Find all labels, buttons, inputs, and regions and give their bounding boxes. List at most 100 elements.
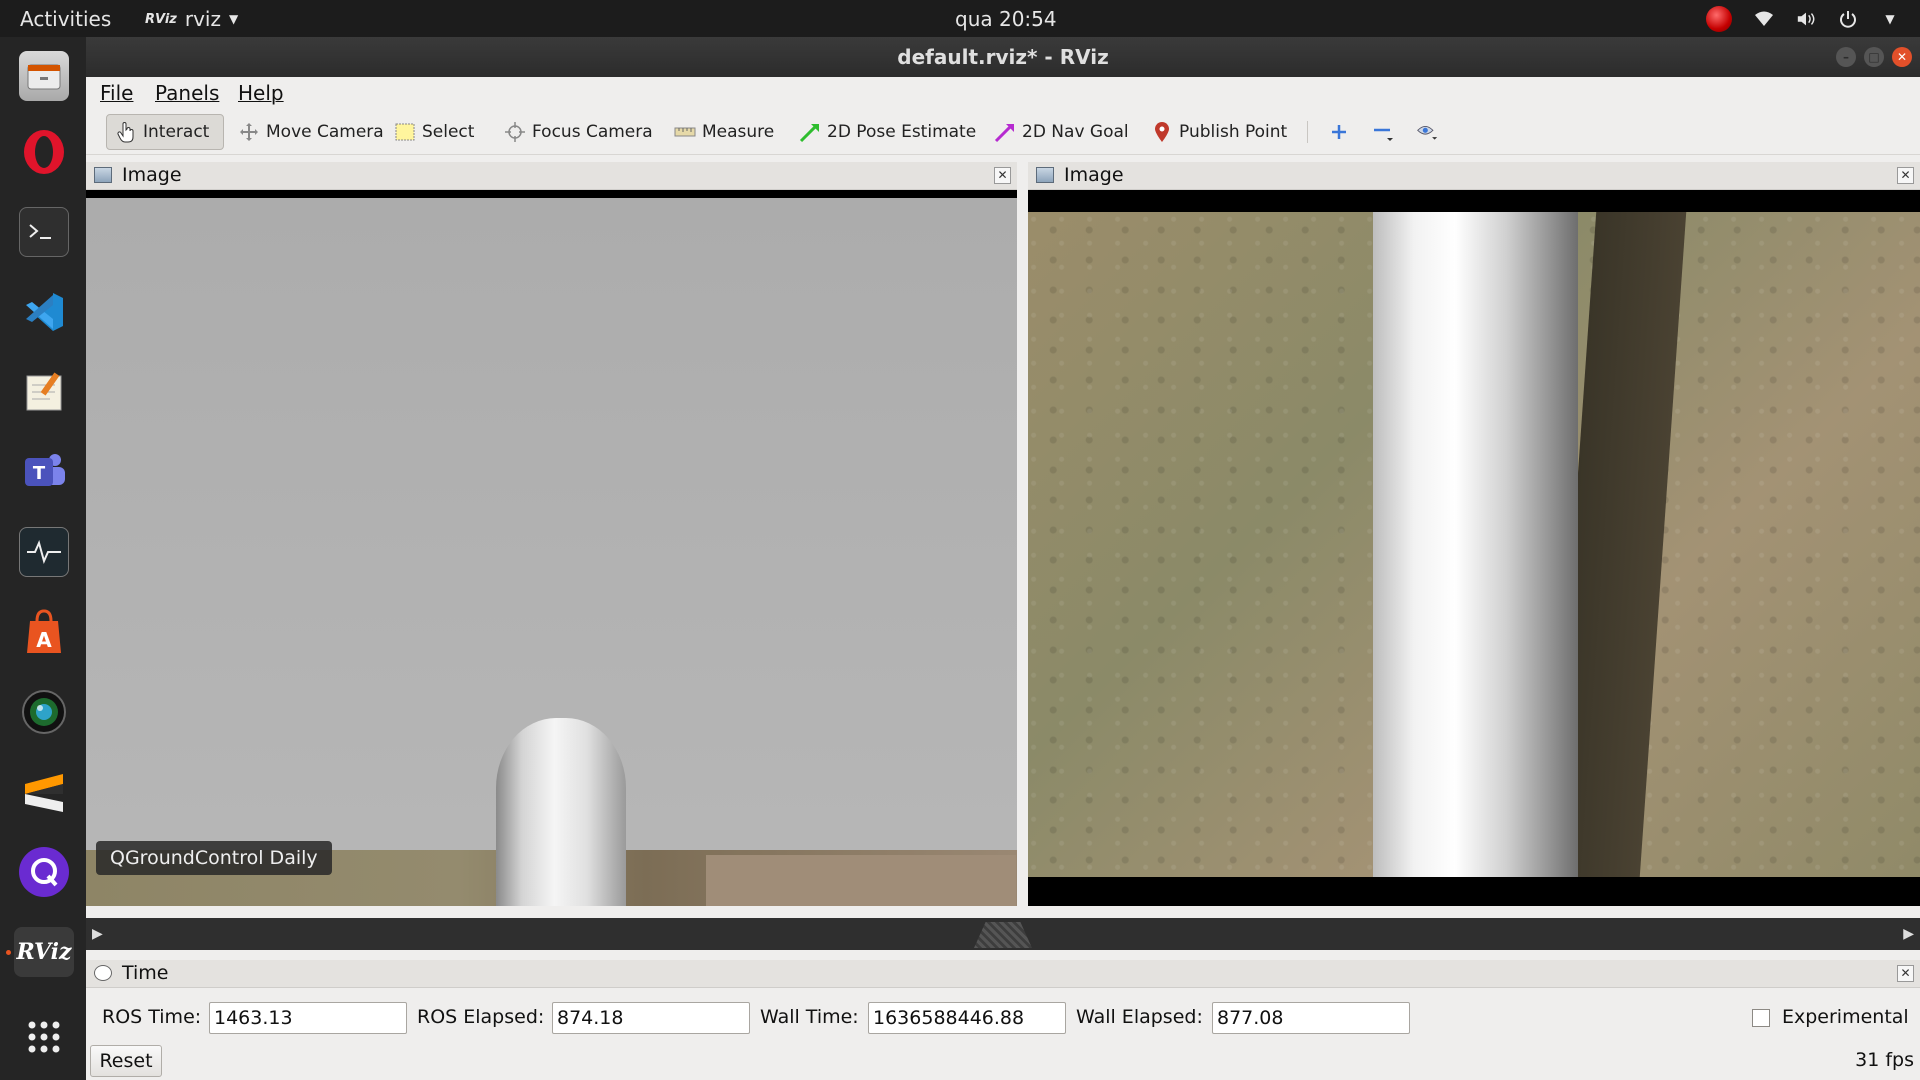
time-panel-title: Time <box>122 962 169 984</box>
left-image-panel-header[interactable]: Image ✕ <box>86 162 1017 190</box>
terminal-icon[interactable] <box>19 207 69 257</box>
right-image-panel-header[interactable]: Image ✕ <box>1028 162 1920 190</box>
wall-elapsed-label: Wall Elapsed: <box>1076 1006 1203 1028</box>
select-tool-button[interactable]: Select <box>386 114 482 150</box>
power-icon[interactable] <box>1838 9 1858 29</box>
add-tool-button[interactable] <box>1320 114 1358 150</box>
experimental-label: Experimental <box>1782 1006 1909 1028</box>
files-icon[interactable] <box>19 51 69 101</box>
select-tool-label: Select <box>422 122 475 142</box>
close-icon[interactable]: ✕ <box>1892 47 1912 67</box>
menu-help[interactable]: Help <box>238 81 284 105</box>
image-icon <box>94 167 112 183</box>
software-center-icon[interactable]: A <box>19 607 69 657</box>
arrow-right-icon[interactable]: ▶ <box>1903 926 1914 942</box>
panel-splitter[interactable]: ▶ ▶ <box>86 918 1920 950</box>
rviz-window: default.rviz* - RViz – □ ✕ File Panels H… <box>86 37 1920 1080</box>
camera-icon[interactable] <box>19 687 69 737</box>
ros-elapsed-field[interactable]: 874.18 <box>552 1002 750 1034</box>
plus-icon <box>1328 121 1350 143</box>
move-camera-tool-label: Move Camera <box>266 122 384 142</box>
publish-point-tool-label: Publish Point <box>1179 122 1288 142</box>
rviz-icon[interactable]: RViz <box>14 927 74 977</box>
system-monitor-icon[interactable] <box>19 527 69 577</box>
wall-time-label: Wall Time: <box>760 1006 859 1028</box>
running-indicator <box>6 950 11 955</box>
svg-text:T: T <box>33 463 46 484</box>
focus-camera-tool-button[interactable]: Focus Camera <box>496 114 661 150</box>
opera-icon[interactable] <box>19 127 69 177</box>
wifi-icon[interactable] <box>1754 9 1774 29</box>
ros-time-label: ROS Time: <box>102 1006 202 1028</box>
experimental-checkbox[interactable] <box>1752 1009 1770 1027</box>
2d-pose-estimate-tool-button[interactable]: 2D Pose Estimate <box>791 114 984 150</box>
crosshair-icon <box>504 121 526 143</box>
2d-nav-goal-tool-label: 2D Nav Goal <box>1022 122 1129 142</box>
camera-cylinder-object <box>496 718 626 906</box>
ros-elapsed-label: ROS Elapsed: <box>417 1006 545 1028</box>
select-box-icon <box>394 121 416 143</box>
app-menu[interactable]: RViz rviz ▼ <box>145 7 238 31</box>
move-arrows-icon <box>238 121 260 143</box>
measure-tool-button[interactable]: Measure <box>666 114 782 150</box>
teams-icon[interactable]: T <box>19 447 69 497</box>
wall-elapsed-field[interactable]: 877.08 <box>1212 1002 1410 1034</box>
wall-time-field[interactable]: 1636588446.88 <box>868 1002 1066 1034</box>
arrow-left-icon[interactable]: ▶ <box>92 926 103 942</box>
minimize-icon[interactable]: – <box>1836 47 1856 67</box>
reset-button[interactable]: Reset <box>90 1045 162 1077</box>
camera-ground-patch <box>706 855 1016 906</box>
2d-nav-goal-tool-button[interactable]: 2D Nav Goal <box>986 114 1137 150</box>
chevron-down-icon[interactable]: ▼ <box>1880 9 1900 29</box>
right-image-panel-title: Image <box>1064 164 1124 186</box>
focus-camera-tool-label: Focus Camera <box>532 122 653 142</box>
sublime-icon[interactable] <box>19 767 69 817</box>
view-options-button[interactable] <box>1408 114 1446 150</box>
close-icon[interactable]: ✕ <box>1897 965 1914 982</box>
left-image-panel-title: Image <box>122 164 182 186</box>
clock-icon <box>94 965 112 981</box>
right-image-view[interactable] <box>1028 190 1920 906</box>
system-top-bar: Activities RViz rviz ▼ qua 20:54 ▼ <box>0 0 1920 37</box>
splitter-grip[interactable] <box>974 922 1032 948</box>
close-icon[interactable]: ✕ <box>1897 167 1914 184</box>
time-panel-header[interactable]: Time ✕ <box>86 960 1920 988</box>
text-editor-icon[interactable] <box>19 367 69 417</box>
clock[interactable]: qua 20:54 <box>955 7 1057 31</box>
publish-point-tool-button[interactable]: Publish Point <box>1143 114 1295 150</box>
app-menu-label: rviz <box>184 7 221 31</box>
menu-panels[interactable]: Panels <box>155 81 219 105</box>
interact-tool-label: Interact <box>143 122 210 142</box>
ros-time-field[interactable]: 1463.13 <box>209 1002 407 1034</box>
maximize-icon[interactable]: □ <box>1864 47 1884 67</box>
ruler-icon <box>674 121 696 143</box>
record-indicator-icon[interactable] <box>1706 6 1732 32</box>
minus-icon <box>1372 121 1394 143</box>
move-camera-tool-button[interactable]: Move Camera <box>230 114 392 150</box>
qgroundcontrol-icon[interactable] <box>19 847 69 897</box>
remove-tool-button[interactable] <box>1364 114 1402 150</box>
volume-icon[interactable] <box>1796 9 1816 29</box>
rviz-mini-icon: RViz <box>145 11 177 27</box>
vscode-icon[interactable] <box>19 287 69 337</box>
dock: T A RViz <box>0 37 86 1080</box>
2d-pose-estimate-tool-label: 2D Pose Estimate <box>827 122 977 142</box>
system-tray[interactable]: ▼ <box>1706 6 1900 32</box>
window-titlebar[interactable]: default.rviz* - RViz – □ ✕ <box>86 37 1920 77</box>
purple-arrow-icon <box>994 121 1016 143</box>
menu-file[interactable]: File <box>100 81 133 105</box>
fps-readout: 31 fps <box>1855 1049 1914 1071</box>
toolbar-separator <box>1307 121 1308 143</box>
interact-tool-button[interactable]: Interact <box>106 114 224 150</box>
activities-button[interactable]: Activities <box>20 7 111 31</box>
dock-tooltip: QGroundControl Daily <box>96 841 332 875</box>
app-grid-icon[interactable] <box>19 1012 69 1062</box>
hand-pointer-icon <box>115 121 137 143</box>
svg-text:A: A <box>36 628 52 652</box>
tools-toolbar: Interact Move Camera Select Focus Camera… <box>86 109 1920 155</box>
eye-icon <box>1416 121 1438 143</box>
menu-bar: File Panels Help <box>86 77 1920 109</box>
close-icon[interactable]: ✕ <box>994 167 1011 184</box>
window-title: default.rviz* - RViz <box>897 45 1109 69</box>
left-image-view[interactable]: QGroundControl Daily <box>86 190 1017 906</box>
